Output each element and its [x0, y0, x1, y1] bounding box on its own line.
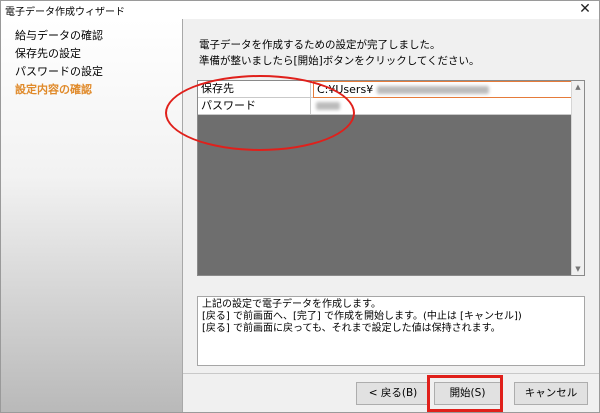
save-location-value: C:¥Users¥	[317, 83, 374, 96]
scroll-up-icon[interactable]: ▲	[572, 81, 584, 93]
instruction-line-1: 電子データを作成するための設定が完了しました。	[199, 39, 441, 51]
instruction-message: 電子データを作成するための設定が完了しました。 準備が整いましたら[開始]ボタン…	[199, 37, 480, 69]
note-line-2: [戻る] で前画面へ、[完了] で作成を開始します。(中止は [キャンセル])	[202, 311, 522, 322]
grid-vertical-scrollbar[interactable]: ▲ ▼	[571, 81, 584, 275]
step-list: 給与データの確認 保存先の設定 パスワードの設定 設定内容の確認	[1, 19, 182, 99]
save-location-value-cell[interactable]: C:¥Users¥	[313, 81, 573, 98]
close-icon[interactable]: ✕	[577, 1, 593, 18]
save-location-label: 保存先	[198, 81, 311, 97]
instruction-line-2: 準備が整いましたら[開始]ボタンをクリックしてください。	[199, 55, 480, 67]
password-value-cell[interactable]	[313, 98, 573, 114]
window-title: 電子データ作成ウィザード	[5, 7, 125, 18]
step-save-location: 保存先の設定	[15, 47, 81, 60]
wizard-steps-sidebar: 給与データの確認 保存先の設定 パスワードの設定 設定内容の確認	[1, 19, 183, 412]
wizard-main-panel: 電子データを作成するための設定が完了しました。 準備が整いましたら[開始]ボタン…	[165, 19, 599, 412]
title-bar: 電子データ作成ウィザード ✕	[1, 1, 599, 20]
back-button[interactable]: < 戻る(B)	[356, 382, 430, 405]
start-button[interactable]: 開始(S)	[434, 382, 501, 405]
step-password: パスワードの設定	[15, 65, 103, 78]
grid-row-password[interactable]: パスワード	[198, 98, 573, 115]
redacted-password	[316, 102, 340, 110]
info-note-box: 上記の設定で電子データを作成します。 [戻る] で前画面へ、[完了] で作成を開…	[197, 296, 585, 366]
scroll-down-icon[interactable]: ▼	[572, 263, 584, 275]
button-separator	[183, 373, 599, 374]
grid-row-save-location[interactable]: 保存先 C:¥Users¥	[198, 81, 573, 98]
step-payroll-check: 給与データの確認	[15, 29, 103, 42]
step-confirm-settings: 設定内容の確認	[15, 83, 92, 96]
note-line-3: [戻る] で前画面に戻っても、それまで設定した値は保持されます。	[202, 323, 501, 334]
redacted-path	[376, 86, 489, 94]
settings-grid[interactable]: 保存先 C:¥Users¥ パスワード ▲ ▼	[197, 80, 585, 276]
password-label: パスワード	[198, 98, 311, 114]
wizard-window: 電子データ作成ウィザード ✕ 給与データの確認 保存先の設定 パスワードの設定 …	[0, 0, 600, 413]
cancel-button[interactable]: キャンセル	[514, 382, 588, 405]
note-line-1: 上記の設定で電子データを作成します。	[202, 299, 381, 310]
